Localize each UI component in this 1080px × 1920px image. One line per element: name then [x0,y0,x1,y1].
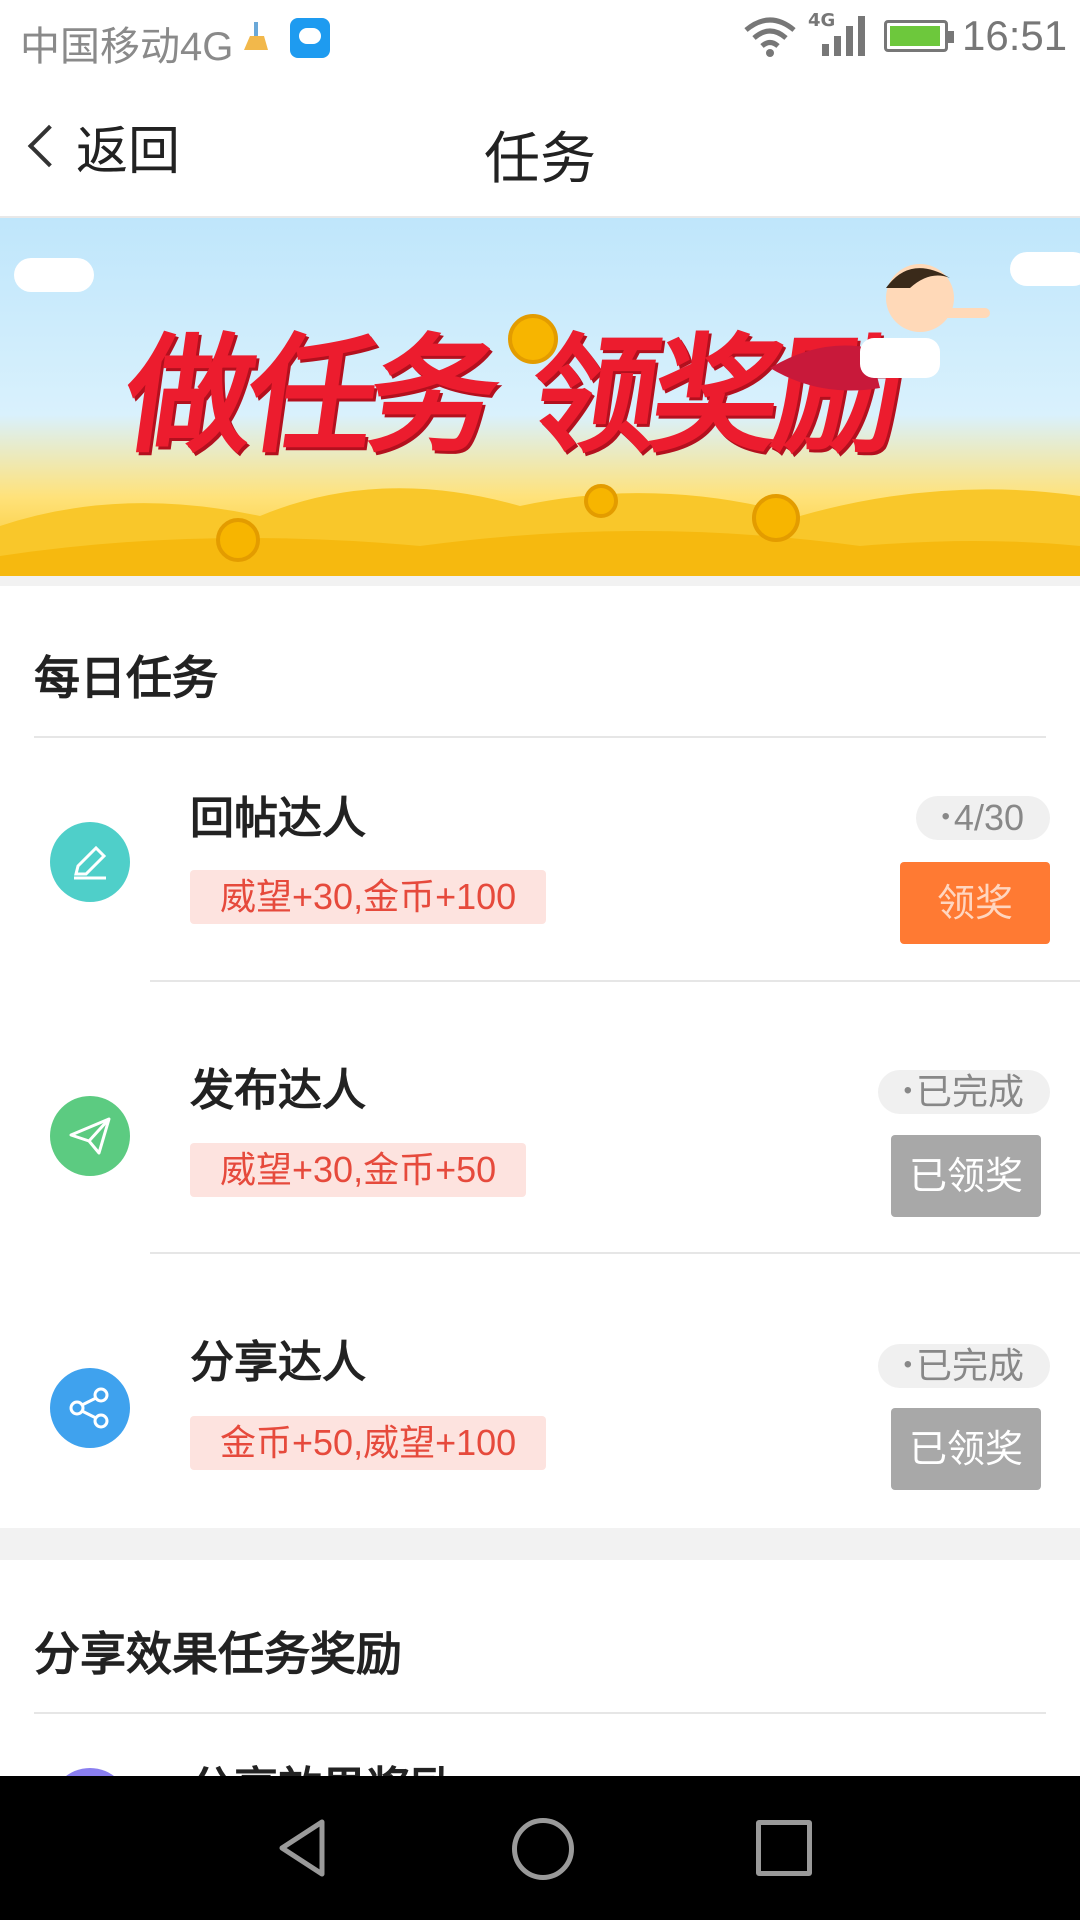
claimed-button[interactable]: 已领奖 [891,1408,1041,1490]
nav-recent-apps-icon[interactable] [756,1820,812,1876]
battery-icon [884,20,954,52]
page-title: 任务 [484,127,596,192]
task-progress-badge: 4/30 [915,796,1050,840]
gold-hills-decoration [0,488,1080,576]
paper-plane-icon [69,1117,111,1155]
cloud-decoration [14,258,94,292]
divider [150,1252,1080,1254]
task-name: 回帖达人 [190,793,366,844]
coin-decoration [216,518,260,562]
task-reward: 威望+30,金币+100 [190,870,547,924]
task-reward: 金币+50,威望+100 [190,1416,547,1470]
task-status-badge: 已完成 [877,1344,1050,1388]
section-gap [0,1528,1080,1560]
message-app-icon [290,18,330,58]
title-bar: 返回 任务 [0,76,1080,218]
nav-home-icon[interactable] [512,1818,574,1880]
task-reward: 威望+30,金币+50 [190,1143,527,1197]
section-gap [0,576,1080,586]
divider [34,1712,1046,1714]
task-status-badge: 已完成 [877,1070,1050,1114]
coin-decoration [508,314,558,364]
coin-decoration [584,484,618,518]
task-name: 分享达人 [190,1337,366,1388]
divider [34,736,1046,738]
task-icon-circle [50,1096,130,1176]
task-name: 发布达人 [190,1065,366,1116]
task-icon-circle [50,1368,130,1448]
task-icon-circle [50,822,130,902]
status-bar: 中国移动4G 4G 16:51 [0,0,1080,76]
claimed-button[interactable]: 已领奖 [891,1135,1041,1217]
flying-man-illustration [770,264,990,391]
signal-icon [822,16,865,56]
pencil-icon [74,845,107,880]
promo-banner[interactable]: 做任务 领奖励 [0,218,1080,576]
cloud-decoration [1010,252,1080,286]
coin-decoration [752,494,800,542]
divider [150,980,1080,982]
clock: 16:51 [962,12,1068,59]
system-nav-bar [0,1776,1080,1920]
section-title-share-effect: 分享效果任务奖励 [34,1627,402,1681]
wifi-icon [744,17,796,57]
section-title-daily: 每日任务 [34,651,218,705]
carrier-label: 中国移动4G [20,25,234,69]
nav-back-icon[interactable] [272,1816,332,1880]
claim-reward-button[interactable]: 领奖 [900,862,1050,944]
broom-icon [244,22,268,50]
share-icon [69,1387,109,1429]
